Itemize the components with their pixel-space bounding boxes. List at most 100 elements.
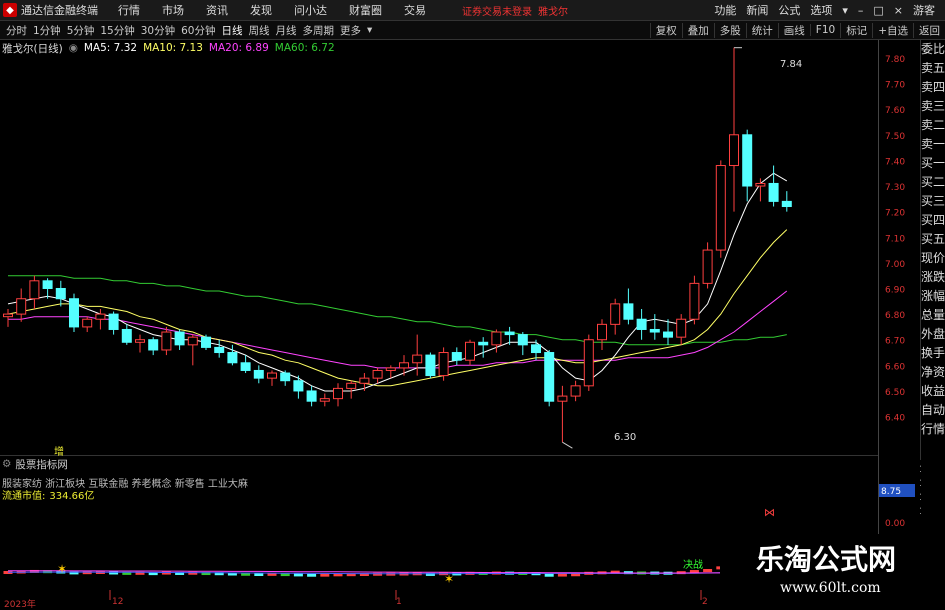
period-more-chevron-icon[interactable]: ▾ xyxy=(367,24,372,36)
period-60min[interactable]: 60分钟 xyxy=(181,23,215,38)
sidebar-item-maisi[interactable]: 卖四 xyxy=(921,78,945,97)
candle-body xyxy=(161,331,172,351)
btn-fuquan[interactable]: 复权 xyxy=(649,22,682,38)
sidebar-item-volume[interactable]: 总量 xyxy=(921,306,945,325)
sidebar-item-maiyi[interactable]: 卖一 xyxy=(921,135,945,154)
sidebar-item-buy1[interactable]: 买一 xyxy=(921,154,945,173)
menu-item-wenxiaoda[interactable]: 问小达 xyxy=(294,2,327,18)
sidebar-item-auto[interactable]: 自动 xyxy=(921,401,945,420)
lower-bar xyxy=(557,573,567,577)
period-fenshi[interactable]: 分时 xyxy=(6,23,27,38)
period-daily[interactable]: 日线 xyxy=(222,23,243,38)
candle-body xyxy=(491,331,502,346)
candle-body xyxy=(689,282,700,320)
menu-item-xinwen[interactable]: 新闻 xyxy=(746,2,768,18)
candle-body xyxy=(240,362,251,371)
candle-body xyxy=(755,182,766,187)
period-15min[interactable]: 15分钟 xyxy=(100,23,134,38)
lower-bar xyxy=(544,573,554,577)
sidebar-item-outer[interactable]: 外盘 xyxy=(921,325,945,344)
time-tick-label: 11:29 xyxy=(919,507,921,517)
candle-body xyxy=(42,280,53,289)
price-tick-label: 6.80 xyxy=(885,311,905,321)
btn-duogu[interactable]: 多股 xyxy=(713,22,746,38)
time-tick-label: 11:29 xyxy=(919,465,921,475)
candle-body xyxy=(16,298,27,315)
menu-item-gongshi[interactable]: 公式 xyxy=(778,2,800,18)
maximize-icon[interactable]: □ xyxy=(873,4,883,17)
butterfly-icon: ⋈ xyxy=(764,506,775,519)
sidebar-item-earnings[interactable]: 收益 xyxy=(921,382,945,401)
price-tick-label: 7.60 xyxy=(885,106,905,116)
date-dec: 12 xyxy=(112,597,124,607)
menu-item-hangqing[interactable]: 行情 xyxy=(118,2,140,18)
btn-f10[interactable]: F10 xyxy=(809,24,840,36)
date-year: 2023年 xyxy=(4,600,36,610)
sidebar-item-maiwu[interactable]: 卖五 xyxy=(921,59,945,78)
sidebar-item-price[interactable]: 现价 xyxy=(921,249,945,268)
btn-zixuan[interactable]: +自选 xyxy=(872,22,913,38)
period-1min[interactable]: 1分钟 xyxy=(33,23,61,38)
btn-tongji[interactable]: 统计 xyxy=(745,22,778,38)
candle-body xyxy=(504,331,515,336)
candle-body xyxy=(174,331,185,346)
candle-body xyxy=(781,200,792,208)
indicator-title: 股票指标网 xyxy=(15,458,68,471)
guest-label[interactable]: 游客 xyxy=(913,2,935,18)
menu-dropdown-icon[interactable]: ▾ xyxy=(842,4,848,17)
sidebar-item-buy4[interactable]: 买四 xyxy=(921,211,945,230)
period-5min[interactable]: 5分钟 xyxy=(67,23,95,38)
candle-body xyxy=(729,134,739,167)
indicator-gear-icon[interactable]: ⚙ xyxy=(2,458,11,470)
menu-item-faxian[interactable]: 发现 xyxy=(250,2,272,18)
title-bar: ◆ 通达信金融终端 行情 市场 资讯 发现 问小达 财富圈 交易 证券交易未登录… xyxy=(0,0,945,21)
sidebar-item-quote[interactable]: 行情 xyxy=(921,420,945,439)
period-weekly[interactable]: 周线 xyxy=(249,23,270,38)
btn-biaoji[interactable]: 标记 xyxy=(840,22,872,38)
lower-tick-label: 0.00 xyxy=(885,519,905,529)
sidebar-item-maisan[interactable]: 卖三 xyxy=(921,97,945,116)
sidebar-item-change[interactable]: 涨跌 xyxy=(921,268,945,287)
candle-body xyxy=(253,369,264,379)
period-monthly[interactable]: 月线 xyxy=(276,23,297,38)
btn-fanhui[interactable]: 返回 xyxy=(913,22,945,38)
sidebar-item-buy5[interactable]: 买五 xyxy=(921,230,945,249)
close-icon[interactable]: × xyxy=(894,4,903,17)
high-annotation: 7.84 xyxy=(780,59,803,70)
candle-body xyxy=(69,298,79,328)
sidebar-item-maier[interactable]: 卖二 xyxy=(921,116,945,135)
menu-item-jiaoyi[interactable]: 交易 xyxy=(404,2,426,18)
candle-body xyxy=(531,344,541,354)
menu-item-xuanxiang[interactable]: 选项 xyxy=(810,2,832,18)
menu-item-shichang[interactable]: 市场 xyxy=(162,2,184,18)
sidebar-item-buy2[interactable]: 买二 xyxy=(921,173,945,192)
period-more[interactable]: 更多 xyxy=(340,23,361,38)
menu-item-gongneng[interactable]: 功能 xyxy=(714,2,736,18)
btn-diejia[interactable]: 叠加 xyxy=(681,22,714,38)
candle-body xyxy=(280,372,291,382)
candle-body xyxy=(333,387,343,400)
candle-body xyxy=(293,380,304,392)
sidebar-item-pct[interactable]: 涨幅 xyxy=(921,287,945,306)
candle-body xyxy=(148,339,159,351)
ma10-line xyxy=(7,229,788,387)
period-30min[interactable]: 30分钟 xyxy=(141,23,175,38)
time-tick-label: 11:29 xyxy=(919,479,921,489)
sidebar-item-buy3[interactable]: 买三 xyxy=(921,192,945,211)
sidebar-item-weibi[interactable]: 委比 xyxy=(921,40,945,59)
app-title: 通达信金融终端 xyxy=(21,4,98,17)
date-jan: 1 xyxy=(396,597,402,607)
sidebar-item-netasset[interactable]: 净资 xyxy=(921,363,945,382)
price-tick-label: 6.50 xyxy=(885,388,905,398)
menu-item-zixun[interactable]: 资讯 xyxy=(206,2,228,18)
btn-huaxian[interactable]: 画线 xyxy=(777,22,810,38)
candle-body xyxy=(399,362,409,369)
sidebar-item-turnover[interactable]: 换手 xyxy=(921,344,945,363)
lower-bar xyxy=(293,573,303,577)
menu-item-caifuquan[interactable]: 财富圈 xyxy=(349,2,382,18)
login-notice[interactable]: 证券交易未登录 xyxy=(462,3,532,18)
minimize-icon[interactable]: – xyxy=(858,4,864,17)
kline-chart[interactable]: ✶ ✶ ⋈ xyxy=(0,40,878,600)
candle-body xyxy=(372,369,383,379)
period-multi[interactable]: 多周期 xyxy=(303,23,335,38)
